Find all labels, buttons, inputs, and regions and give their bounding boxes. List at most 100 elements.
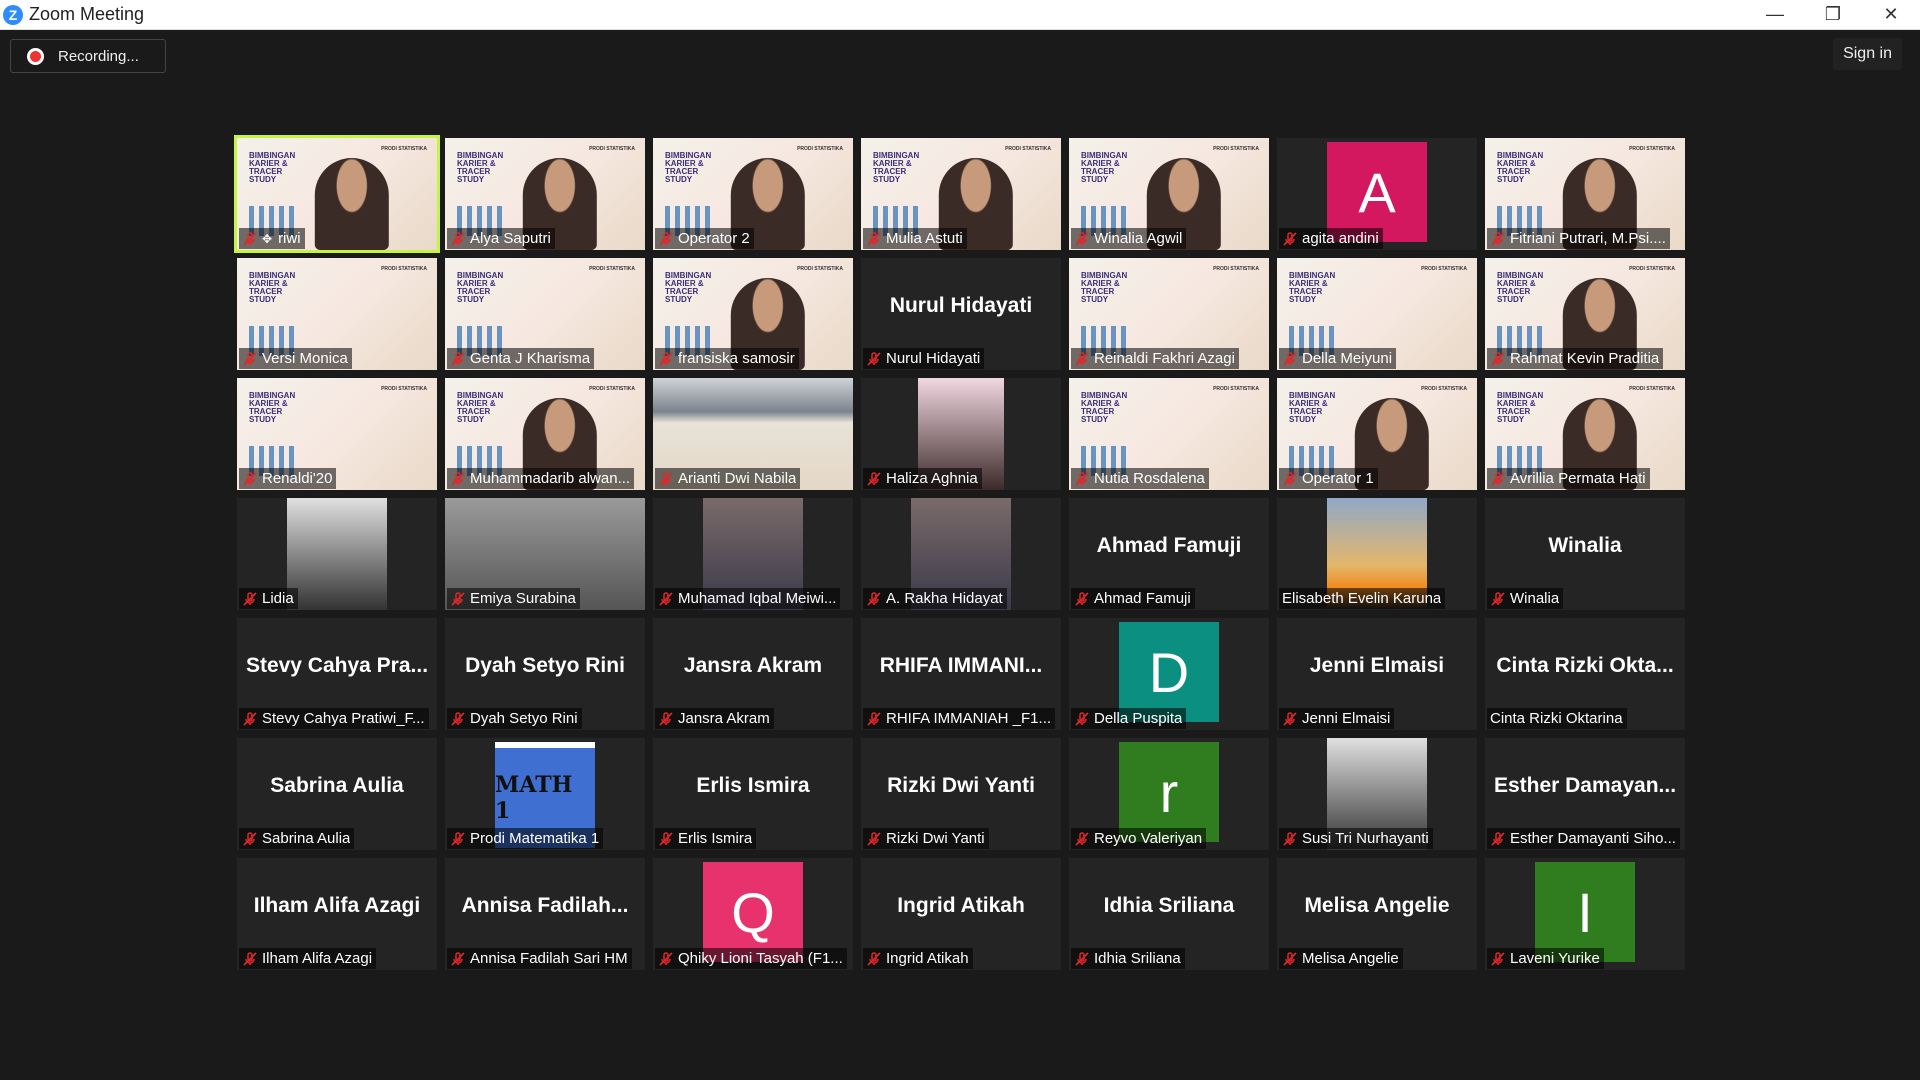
participant-display-name: RHIFA IMMANI... <box>879 654 1043 677</box>
mic-muted-icon <box>1074 831 1090 847</box>
participant-tile[interactable]: Aagita andini <box>1277 138 1477 250</box>
participant-name: Prodi Matematika 1 <box>470 830 600 847</box>
participant-nameplate: Fitriani Putrari, M.Psi.... <box>1487 228 1670 249</box>
participant-tile[interactable]: Idhia Sriliana Idhia Sriliana <box>1069 858 1269 970</box>
mic-muted-icon <box>450 471 466 487</box>
participant-nameplate: Operator 1 <box>1279 468 1378 489</box>
participant-display-name: Jenni Elmaisi <box>1309 654 1445 677</box>
participant-name: Nutia Rosdalena <box>1094 470 1205 487</box>
participant-tile[interactable]: Muhamad Iqbal Meiwi... <box>653 498 853 610</box>
mic-muted-icon <box>1074 711 1090 727</box>
participant-tile[interactable]: BIMBINGAN KARIER & TRACER STUDY PRODI STA… <box>653 138 853 250</box>
participant-tile[interactable]: Dyah Setyo Rini Dyah Setyo Rini <box>445 618 645 730</box>
participant-tile[interactable]: D Della Puspita <box>1069 618 1269 730</box>
participant-nameplate: Muhammadarib alwan... <box>447 468 635 489</box>
participant-display-name: Melisa Angelie <box>1304 894 1450 917</box>
participant-name: Mulia Astuti <box>886 230 963 247</box>
participant-nameplate: Della Meiyuni <box>1279 348 1397 369</box>
slide-title: BIMBINGAN KARIER & TRACER STUDY <box>1081 391 1128 424</box>
participant-tile[interactable]: Lidia <box>237 498 437 610</box>
mic-muted-icon <box>866 951 882 967</box>
participant-name: Lidia <box>262 590 294 607</box>
participant-tile[interactable]: Erlis Ismira Erlis Ismira <box>653 738 853 850</box>
participant-tile[interactable]: BIMBINGAN KARIER & TRACER STUDY PRODI STA… <box>1277 378 1477 490</box>
mic-muted-icon <box>1074 591 1090 607</box>
participant-tile[interactable]: Q Qhiky Lioni Tasyah (F1... <box>653 858 853 970</box>
participant-nameplate: Dyah Setyo Rini <box>447 708 582 729</box>
mic-muted-icon <box>242 471 258 487</box>
participant-tile[interactable]: RHIFA IMMANI... RHIFA IMMANIAH _F1... <box>861 618 1061 730</box>
participant-tile[interactable]: Jansra Akram Jansra Akram <box>653 618 853 730</box>
participant-tile[interactable]: Sabrina Aulia Sabrina Aulia <box>237 738 437 850</box>
participant-display-name: Sabrina Aulia <box>270 774 404 797</box>
participant-tile[interactable]: BIMBINGAN KARIER & TRACER STUDY PRODI STA… <box>1485 378 1685 490</box>
participant-tile[interactable]: Ingrid Atikah Ingrid Atikah <box>861 858 1061 970</box>
participant-tile[interactable]: Winalia Winalia <box>1485 498 1685 610</box>
mic-muted-icon <box>1282 471 1298 487</box>
participant-tile[interactable]: BIMBINGAN KARIER & TRACER STUDY PRODI STA… <box>1069 378 1269 490</box>
participant-nameplate: Elisabeth Evelin Karuna <box>1279 588 1446 609</box>
participant-tile[interactable]: BIMBINGAN KARIER & TRACER STUDY PRODI STA… <box>445 258 645 370</box>
participant-display-name: Winalia <box>1548 534 1622 557</box>
participant-tile[interactable]: Emiya Surabina <box>445 498 645 610</box>
participant-tile[interactable]: Haliza Aghnia <box>861 378 1061 490</box>
participant-tile[interactable]: Stevy Cahya Pra... Stevy Cahya Pratiwi_F.… <box>237 618 437 730</box>
participant-nameplate: Rahmat Kevin Praditia <box>1487 348 1664 369</box>
mic-muted-icon <box>450 231 466 247</box>
restore-button[interactable]: ❐ <box>1804 0 1862 29</box>
recording-indicator[interactable]: Recording... <box>10 39 166 73</box>
participant-name: Fitriani Putrari, M.Psi.... <box>1510 230 1666 247</box>
participant-nameplate: Della Puspita <box>1071 708 1187 729</box>
participant-nameplate: Renaldi'20 <box>239 468 337 489</box>
slide-brand: PRODI STATISTIKA <box>1421 266 1467 272</box>
sign-in-button[interactable]: Sign in <box>1833 38 1902 70</box>
mic-muted-icon <box>866 351 882 367</box>
participant-tile[interactable]: BIMBINGAN KARIER & TRACER STUDY PRODI STA… <box>1069 138 1269 250</box>
participant-nameplate: agita andini <box>1279 228 1383 249</box>
participant-tile[interactable]: Nurul Hidayati Nurul Hidayati <box>861 258 1061 370</box>
participant-tile[interactable]: BIMBINGAN KARIER & TRACER STUDY PRODI STA… <box>653 258 853 370</box>
participant-tile[interactable]: BIMBINGAN KARIER & TRACER STUDY PRODI STA… <box>237 378 437 490</box>
participant-name: Nurul Hidayati <box>886 350 981 367</box>
participant-name: Muhamad Iqbal Meiwi... <box>678 590 837 607</box>
participant-tile[interactable]: I Laveni Yurike <box>1485 858 1685 970</box>
participant-tile[interactable]: Annisa Fadilah... Annisa Fadilah Sari HM <box>445 858 645 970</box>
slide-title: BIMBINGAN KARIER & TRACER STUDY <box>249 391 296 424</box>
participant-tile[interactable]: BIMBINGAN KARIER & TRACER STUDY PRODI STA… <box>1485 138 1685 250</box>
participant-tile[interactable]: Susi Tri Nurhayanti <box>1277 738 1477 850</box>
close-button[interactable]: ✕ <box>1862 0 1920 29</box>
slide-brand: PRODI STATISTIKA <box>1213 146 1259 152</box>
mic-muted-icon <box>866 591 882 607</box>
participant-tile[interactable]: Rizki Dwi Yanti Rizki Dwi Yanti <box>861 738 1061 850</box>
participant-tile[interactable]: Arianti Dwi Nabila <box>653 378 853 490</box>
participant-tile[interactable]: BIMBINGAN KARIER & TRACER STUDY PRODI STA… <box>1277 258 1477 370</box>
participant-tile[interactable]: Melisa Angelie Melisa Angelie <box>1277 858 1477 970</box>
participant-tile[interactable]: Cinta Rizki Okta... Cinta Rizki Oktarina <box>1485 618 1685 730</box>
minimize-button[interactable]: — <box>1746 0 1804 29</box>
mic-muted-icon <box>658 351 674 367</box>
participant-tile[interactable]: BIMBINGAN KARIER & TRACER STUDY PRODI STA… <box>861 138 1061 250</box>
participant-tile[interactable]: A. Rakha Hidayat <box>861 498 1061 610</box>
participant-tile[interactable]: Elisabeth Evelin Karuna <box>1277 498 1477 610</box>
slide-title: BIMBINGAN KARIER & TRACER STUDY <box>1497 151 1544 184</box>
participant-tile[interactable]: Ilham Alifa Azagi Ilham Alifa Azagi <box>237 858 437 970</box>
participant-tile[interactable]: BIMBINGAN KARIER & TRACER STUDY PRODI STA… <box>1485 258 1685 370</box>
participant-tile[interactable]: BIMBINGAN KARIER & TRACER STUDY PRODI STA… <box>445 378 645 490</box>
participant-name: Rahmat Kevin Praditia <box>1510 350 1660 367</box>
participant-name: Versi Monica <box>262 350 348 367</box>
participant-tile[interactable]: MATH 1 Prodi Matematika 1 <box>445 738 645 850</box>
participant-tile[interactable]: r Reyvo Valeriyan <box>1069 738 1269 850</box>
participant-tile[interactable]: BIMBINGAN KARIER & TRACER STUDY PRODI STA… <box>1069 258 1269 370</box>
participant-tile[interactable]: Esther Damayan... Esther Damayanti Siho..… <box>1485 738 1685 850</box>
mic-muted-icon <box>658 951 674 967</box>
participant-tile[interactable]: Ahmad Famuji Ahmad Famuji <box>1069 498 1269 610</box>
participant-name: agita andini <box>1302 230 1379 247</box>
participant-tile[interactable]: BIMBINGAN KARIER & TRACER STUDY PRODI STA… <box>445 138 645 250</box>
participant-tile[interactable]: BIMBINGAN KARIER & TRACER STUDY PRODI STA… <box>237 258 437 370</box>
participant-tile[interactable]: Jenni Elmaisi Jenni Elmaisi <box>1277 618 1477 730</box>
participant-display-name: Stevy Cahya Pra... <box>245 654 429 677</box>
participant-nameplate: Nutia Rosdalena <box>1071 468 1209 489</box>
participant-tile[interactable]: BIMBINGAN KARIER & TRACER STUDY PRODI STA… <box>234 135 440 253</box>
participant-name: riwi <box>278 230 301 247</box>
participant-name: Haliza Aghnia <box>886 470 978 487</box>
